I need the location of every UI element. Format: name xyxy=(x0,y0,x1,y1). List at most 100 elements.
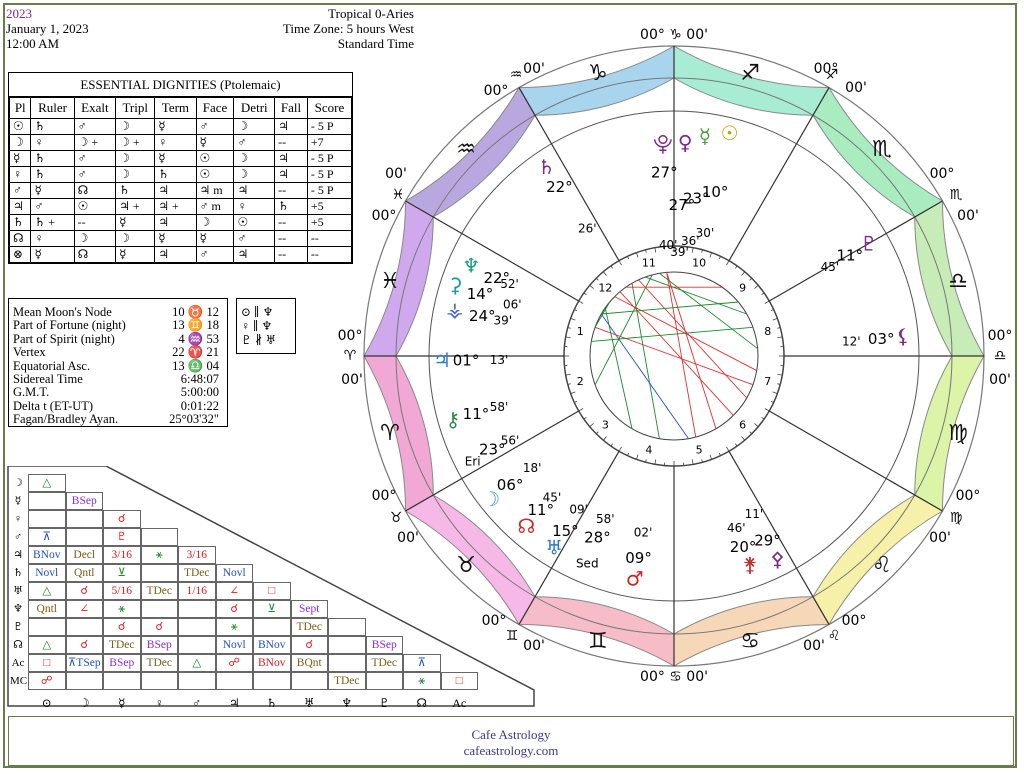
chart-point-row: Fagan/Bradley Ayan. 25°03'32" xyxy=(13,412,223,427)
desc-degree: 00° xyxy=(988,328,1013,344)
footer-url[interactable]: cafeastrology.com xyxy=(9,743,1013,759)
dignities-table: Pl Ruler Exalt Tripl Term Face Detri Fall Score ☉… xyxy=(8,97,353,263)
aspect-cell xyxy=(28,492,66,510)
aspect-cell xyxy=(178,672,216,690)
dignity-cell: ♂ xyxy=(8,182,32,199)
dignity-cell: ♃ + xyxy=(115,198,156,215)
planet-degree: 06° xyxy=(497,476,524,494)
dignity-col-ruler: Ruler xyxy=(30,97,75,119)
aspect-cell: ☌ xyxy=(215,600,253,618)
aspect-row-label: ♅ xyxy=(13,585,23,597)
chart-point-row: Sidereal Time 6:48:07 xyxy=(13,372,223,387)
footer-brand: Cafe Astrology xyxy=(471,727,551,742)
dignity-cell: -- xyxy=(73,214,117,231)
planet-degree: 09° xyxy=(625,549,652,567)
house-number: 1 xyxy=(577,325,584,338)
dignity-cell: ☿ xyxy=(115,246,156,263)
planet-glyph: ♂ xyxy=(626,567,644,591)
dignity-cell: ⊗ xyxy=(8,246,32,263)
dignity-cell: ☊ xyxy=(73,246,117,263)
chart-point-label: Sidereal Time xyxy=(13,372,83,387)
aspect-cell xyxy=(140,600,178,618)
aspect-cell xyxy=(140,564,178,582)
aspect-row-label: Ac xyxy=(11,657,25,669)
dignity-col-fall: Fall xyxy=(274,97,308,119)
aspect-cell xyxy=(28,510,66,528)
aspect-cell: Qntl xyxy=(28,600,66,618)
planet-minute: 56' xyxy=(501,434,520,448)
planet-degree: 11° xyxy=(463,405,490,423)
chart-time: 12:00 AM xyxy=(6,36,60,51)
chart-point-label: Fagan/Bradley Ayan. xyxy=(13,412,119,427)
cusp12-degree: 00° xyxy=(372,208,397,224)
aspect-cell: 5/16 xyxy=(103,582,141,600)
planet-degree: 27° xyxy=(669,196,696,214)
dignity-cell: ☿ xyxy=(154,230,197,247)
chart-header-left: 2023 January 1, 2023 12:00 AM xyxy=(6,6,89,51)
cusp5-sign: ♌ xyxy=(828,628,841,644)
dignity-cell: ♂ xyxy=(73,166,117,183)
aspect-cell xyxy=(65,528,103,546)
dignity-cell: ☽ xyxy=(233,118,276,135)
aspect-cell: ♇ xyxy=(103,528,141,546)
zodiac-sign-glyph: ♉ xyxy=(456,553,476,578)
aspect-cell: ☍ xyxy=(215,654,253,672)
planet-minute: 02' xyxy=(634,525,653,539)
house-number: 3 xyxy=(602,419,609,432)
dignities-title: ESSENTIAL DIGNITIES (Ptolemaic) xyxy=(9,73,352,97)
dignity-cell: ☿ xyxy=(195,134,235,151)
chart-point-label: Part of Spirit (night) xyxy=(13,331,115,346)
aspect-cell: BNov xyxy=(28,546,66,564)
dignity-row: ☉ ♄ ♂ ☽ ☿ ♂ ☽ ♃ - 5 P xyxy=(8,118,353,135)
dignity-cell: ♀ xyxy=(154,134,197,151)
aspect-cell: ☌ xyxy=(140,618,178,636)
dignity-cell: ♄ xyxy=(274,198,308,215)
aspect-cell xyxy=(178,600,216,618)
aspect-cell xyxy=(253,618,291,636)
planet-minute: 13' xyxy=(490,353,509,367)
dignity-col-exalt: Exalt xyxy=(73,97,117,119)
aspect-cell: BSep xyxy=(103,654,141,672)
dignity-cell: ☽ xyxy=(8,134,32,151)
dignity-cell: ♃ xyxy=(8,198,32,215)
aspect-cell: ☌ xyxy=(103,618,141,636)
dignity-cell: ☽ + xyxy=(115,134,156,151)
dignity-cell: ☿ xyxy=(115,214,156,231)
cusp12-sign: ♓ xyxy=(392,187,405,203)
dignity-col-tripl: Tripl xyxy=(115,97,156,119)
cusp6-degree: 00° xyxy=(956,488,981,504)
parallel-entry: ♇ ∦ ♅ xyxy=(241,333,277,347)
aspect-col-label: ♀ xyxy=(154,696,164,710)
cusp9-sign: ♐ xyxy=(826,67,839,83)
aspect-cell: ☌ xyxy=(65,636,103,654)
dignity-cell: ☊ xyxy=(73,182,117,199)
zodiac-sign-glyph: ♒ xyxy=(456,137,476,162)
chart-point-row: Part of Fortune (night) 13 ♊ 18 xyxy=(13,318,223,332)
ic-cusp-label: 00° ♋ 00' xyxy=(640,669,708,685)
dignity-cell: ☽ xyxy=(195,214,235,231)
dignity-cell: ♂ xyxy=(30,198,75,215)
chart-point-row: G.M.T. 5:00:00 xyxy=(13,386,223,400)
cusp6-minute: 00' xyxy=(929,530,951,546)
aspect-row-label: ♄ xyxy=(13,567,23,579)
planet-degree: 27° xyxy=(651,163,678,181)
aspect-cell: 3/16 xyxy=(103,546,141,564)
planet-glyph: ♀ xyxy=(678,130,693,154)
dignity-cell: ☽ xyxy=(233,150,276,167)
dignity-col-pl: Pl xyxy=(8,97,32,119)
dignity-cell: ♄ xyxy=(30,118,75,135)
zodiac-sign-glyph: ♋ xyxy=(740,629,760,654)
house-number: 8 xyxy=(764,325,771,338)
planet-glyph: ⯓ xyxy=(653,131,673,155)
aspect-cell: BQnt xyxy=(290,654,328,672)
aspect-cell: Decl xyxy=(65,546,103,564)
house-number: 9 xyxy=(739,281,746,294)
planet-degree: 20° xyxy=(730,538,757,556)
aspect-cell xyxy=(178,636,216,654)
dignity-row: ♄ ♄ + -- ☿ ♃ ☽ ☉ -- +5 xyxy=(8,214,353,231)
aspect-row-label: MC xyxy=(10,675,28,687)
dignity-row: ♂ ☿ ☊ ♄ ♃ ♃ m ♃ -- - 5 P xyxy=(8,182,353,199)
aspect-cell: Sept xyxy=(290,600,328,618)
desc-sign: ♎ xyxy=(994,348,1007,364)
planet-degree: 24° xyxy=(469,307,496,325)
